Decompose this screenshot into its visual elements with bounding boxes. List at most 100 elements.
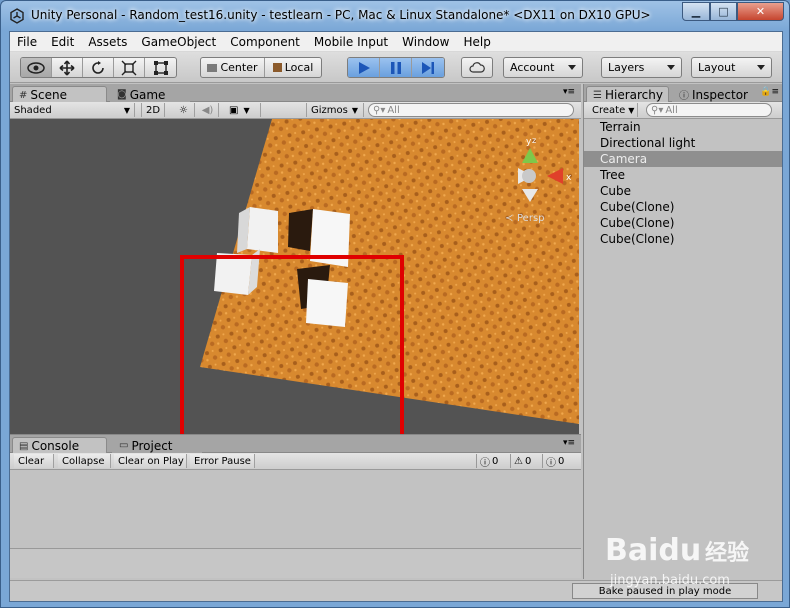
info-count: 0	[492, 455, 499, 467]
clear-button[interactable]: Clear	[14, 454, 54, 468]
layout-dropdown[interactable]: Layout	[691, 57, 772, 78]
clear-on-play-button[interactable]: Clear on Play	[114, 454, 187, 468]
info-count-toggle[interactable]: ⓘ 0	[476, 454, 509, 469]
transform-tools	[20, 57, 177, 78]
tab-hierarchy[interactable]: ☰ Hierarchy	[586, 86, 669, 103]
step-icon	[422, 61, 434, 74]
scene-search-input[interactable]: ⚲▾ All	[368, 103, 574, 117]
space-label: Local	[284, 61, 314, 74]
tab-inspector-label: Inspector	[692, 87, 748, 102]
audio-toggle[interactable]: ◀)	[197, 103, 219, 117]
account-dropdown[interactable]: Account	[503, 57, 583, 78]
hierarchy-item-cube-clone-3[interactable]: Cube(Clone)	[584, 231, 782, 247]
sun-icon: ☼	[179, 104, 188, 116]
layers-label: Layers	[608, 61, 645, 74]
rect-icon	[153, 60, 168, 75]
maximize-button[interactable]: □	[710, 2, 737, 21]
hierarchy-tab-icon: ☰	[593, 89, 602, 101]
lock-icon[interactable]: 🔒≡	[760, 87, 779, 97]
title-bar[interactable]: Unity Personal - Random_test16.unity - t…	[1, 1, 790, 31]
rect-tool-button[interactable]	[145, 58, 176, 77]
main-toolbar: Center Local Account Layers Layout	[10, 52, 782, 83]
effects-dropdown[interactable]: ▣ ▼	[225, 103, 261, 117]
minimize-icon: ▁	[691, 5, 701, 18]
menu-component[interactable]: Component	[223, 33, 307, 51]
2d-toggle[interactable]: 2D	[141, 103, 165, 117]
scene-tabbar: # Scene ◙ Game ▾≡	[10, 84, 581, 103]
menu-window[interactable]: Window	[395, 33, 456, 51]
hierarchy-item-directional-light[interactable]: Directional light	[584, 135, 782, 151]
step-button[interactable]	[412, 58, 444, 77]
space-local-button[interactable]: Local	[265, 58, 321, 77]
pause-button[interactable]	[380, 58, 412, 77]
layers-dropdown[interactable]: Layers	[601, 57, 682, 78]
play-button[interactable]	[348, 58, 380, 77]
menu-help[interactable]: Help	[456, 33, 497, 51]
hierarchy-item-cube-clone-1[interactable]: Cube(Clone)	[584, 199, 782, 215]
rotate-tool-button[interactable]	[83, 58, 114, 77]
panel-menu-icon[interactable]: ▾≡	[563, 438, 575, 448]
scene-render: y z x ≺ Persp	[10, 119, 579, 477]
create-dropdown[interactable]: Create ▼	[588, 103, 638, 117]
menu-mobile-input[interactable]: Mobile Input	[307, 33, 395, 51]
scene-viewport[interactable]: y z x ≺ Persp	[10, 119, 579, 477]
warning-count: 0	[524, 455, 532, 467]
menu-bar: File Edit Assets GameObject Component Mo…	[10, 32, 782, 52]
pivot-label: Center	[220, 61, 258, 74]
gizmos-dropdown[interactable]: Gizmos ▼	[306, 103, 364, 117]
console-log-area[interactable]	[10, 470, 581, 578]
hierarchy-item-terrain[interactable]: Terrain	[584, 119, 782, 135]
chevron-down-icon: ▼	[628, 105, 635, 115]
gizmo-z-label: z	[532, 136, 536, 145]
minimize-button[interactable]: ▁	[682, 2, 710, 21]
hierarchy-search-input[interactable]: ⚲▾ All	[646, 103, 772, 117]
account-label: Account	[510, 61, 555, 74]
image-icon: ▣	[229, 104, 239, 116]
chevron-down-icon: ▼	[351, 105, 359, 115]
console-detail-area[interactable]	[10, 548, 581, 578]
gizmo-x-label: x	[566, 173, 572, 183]
pivot-center-button[interactable]: Center	[201, 58, 265, 77]
console-tabbar: ▤ Console ▭ Project ▾≡	[10, 435, 581, 454]
hierarchy-item-tree[interactable]: Tree	[584, 167, 782, 183]
shading-mode-label: Shaded	[14, 104, 52, 116]
scale-tool-button[interactable]	[114, 58, 145, 77]
unity-window: Unity Personal - Random_test16.unity - t…	[0, 0, 790, 608]
tab-console[interactable]: ▤ Console	[12, 437, 107, 454]
hierarchy-item-cube[interactable]: Cube	[584, 183, 782, 199]
tab-scene[interactable]: # Scene	[12, 86, 107, 103]
error-count-toggle[interactable]: ⓘ 0	[542, 454, 574, 469]
hand-tool-button[interactable]	[21, 58, 52, 77]
hierarchy-item-camera[interactable]: Camera	[584, 151, 782, 167]
window-title: Unity Personal - Random_test16.unity - t…	[31, 8, 651, 22]
close-icon: ✕	[755, 5, 766, 18]
cloud-icon	[469, 62, 485, 73]
shading-mode-dropdown[interactable]: Shaded ▼	[10, 103, 135, 117]
rotate-icon	[92, 60, 104, 74]
menu-file[interactable]: File	[10, 33, 44, 51]
tab-project[interactable]: ▭ Project	[112, 437, 202, 453]
collapse-button[interactable]: Collapse	[58, 454, 111, 468]
move-tool-button[interactable]	[52, 58, 83, 77]
panel-menu-icon[interactable]: ▾≡	[563, 87, 575, 97]
layout-label: Layout	[698, 61, 736, 74]
speaker-icon: ◀)	[201, 104, 214, 116]
unity-logo-icon	[10, 8, 24, 24]
close-button[interactable]: ✕	[737, 2, 784, 21]
eye-icon	[27, 61, 45, 74]
tab-inspector[interactable]: ⓘ Inspector	[672, 86, 760, 102]
hierarchy-toolbar: Create ▼ ⚲▾ All	[584, 102, 782, 119]
tab-game[interactable]: ◙ Game	[110, 86, 190, 102]
hierarchy-item-cube-clone-2[interactable]: Cube(Clone)	[584, 215, 782, 231]
menu-gameobject[interactable]: GameObject	[134, 33, 223, 51]
chevron-down-icon	[667, 65, 675, 70]
cloud-button[interactable]	[461, 57, 493, 78]
persp-label: Persp	[517, 213, 545, 224]
lighting-toggle[interactable]: ☼	[173, 103, 195, 117]
menu-edit[interactable]: Edit	[44, 33, 81, 51]
console-toolbar: Clear Collapse Clear on Play Error Pause…	[10, 453, 581, 470]
chevron-down-icon	[757, 65, 765, 70]
error-pause-button[interactable]: Error Pause	[190, 454, 255, 468]
warning-count-toggle[interactable]: ⚠ 0	[510, 454, 540, 468]
menu-assets[interactable]: Assets	[81, 33, 134, 51]
